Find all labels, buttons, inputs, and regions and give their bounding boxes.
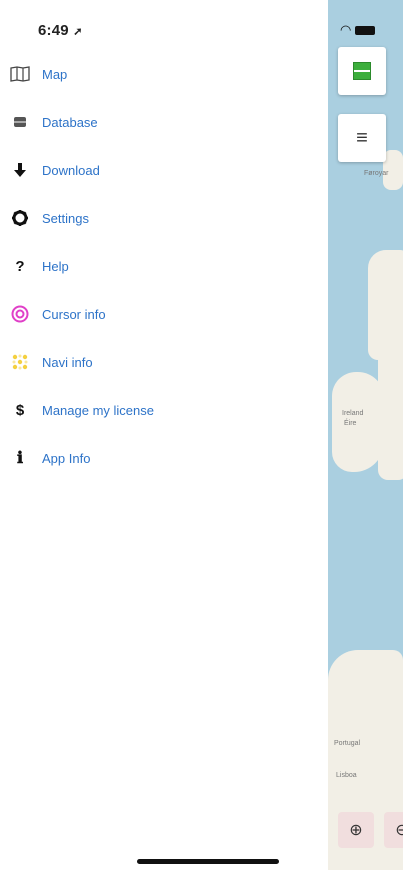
- menu-item-label: Navi info: [42, 354, 93, 370]
- menu-item-navi-info[interactable]: Navi info: [0, 338, 328, 386]
- menu-item-map[interactable]: Map: [0, 50, 328, 98]
- menu-item-manage-license[interactable]: $ Manage my license: [0, 386, 328, 434]
- navi-icon: [10, 352, 30, 372]
- menu-item-label: Settings: [42, 210, 89, 226]
- location-arrow-icon: ➚: [73, 26, 83, 38]
- menu-item-cursor-info[interactable]: Cursor info: [0, 290, 328, 338]
- layers-button[interactable]: [338, 47, 386, 95]
- map-land: [332, 372, 384, 472]
- map-icon: [10, 64, 30, 84]
- menu-item-label: Help: [42, 258, 69, 274]
- map-label: Føroyar: [364, 170, 389, 177]
- map-label: Ireland: [342, 410, 364, 417]
- menu-item-app-info[interactable]: ℹ App Info: [0, 434, 328, 482]
- map-land: [368, 250, 403, 360]
- map-land: [378, 350, 403, 480]
- database-icon: [10, 112, 30, 132]
- layers-icon: [353, 62, 371, 80]
- gear-icon: [10, 208, 30, 228]
- menu-item-label: Database: [42, 114, 98, 130]
- zoom-in-icon: ⊕: [349, 822, 363, 839]
- menu-item-label: App Info: [42, 450, 91, 466]
- download-arrow-icon: [10, 160, 30, 180]
- menu-item-database[interactable]: Database: [0, 98, 328, 146]
- menu-item-settings[interactable]: Settings: [0, 194, 328, 242]
- map-menu-button[interactable]: ≡: [338, 114, 386, 162]
- menu-item-label: Cursor info: [42, 306, 106, 322]
- question-icon: ?: [15, 257, 25, 275]
- home-indicator[interactable]: [137, 859, 279, 864]
- target-icon: [10, 304, 30, 324]
- dollar-icon: $: [15, 401, 25, 419]
- status-time: 6:49 ➚: [38, 22, 83, 39]
- wifi-icon: ◠: [340, 22, 352, 37]
- map-label: Portugal: [334, 740, 361, 747]
- hamburger-menu-icon: ≡: [356, 127, 368, 149]
- battery-icon: [355, 26, 376, 36]
- status-indicators: ◠: [340, 22, 376, 38]
- zoom-in-button[interactable]: ⊕: [338, 812, 374, 848]
- menu-item-label: Download: [42, 162, 100, 178]
- map-label: Éire: [344, 420, 357, 427]
- menu-item-download[interactable]: Download: [0, 146, 328, 194]
- menu-item-label: Map: [42, 66, 68, 82]
- info-icon: ℹ: [16, 450, 24, 467]
- zoom-out-icon: ⊖: [395, 822, 403, 839]
- menu-item-help[interactable]: ? Help: [0, 242, 328, 290]
- menu-item-label: Manage my license: [42, 402, 154, 418]
- map-label: Lisboa: [336, 772, 357, 779]
- zoom-out-button[interactable]: ⊖: [384, 812, 403, 848]
